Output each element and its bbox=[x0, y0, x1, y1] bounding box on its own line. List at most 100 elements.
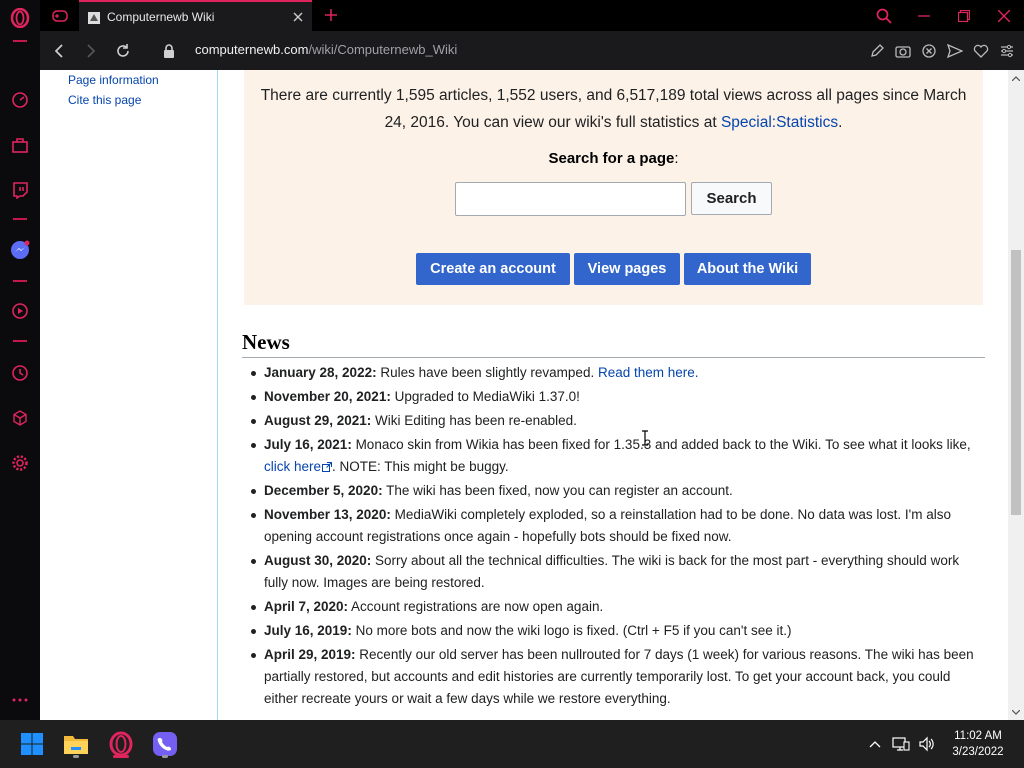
create-account-button[interactable]: Create an account bbox=[416, 253, 570, 285]
snapshot-camera-icon[interactable] bbox=[892, 40, 914, 62]
send-icon[interactable] bbox=[944, 40, 966, 62]
history-icon[interactable] bbox=[10, 363, 30, 383]
news-date: April 7, 2020: bbox=[264, 599, 349, 614]
news-item: April 29, 2019: Recently our old server … bbox=[242, 644, 985, 710]
news-link[interactable]: Read them here. bbox=[598, 365, 699, 380]
rules-line: rules here. bbox=[244, 70, 983, 71]
sidebar-separator bbox=[13, 40, 27, 42]
news-date: August 30, 2020: bbox=[264, 553, 372, 568]
scroll-thumb[interactable] bbox=[1011, 250, 1021, 515]
volume-icon[interactable] bbox=[914, 731, 940, 757]
system-tray: 11:02 AM 3/23/2022 bbox=[862, 720, 1024, 768]
search-label-text: Search for a page bbox=[548, 150, 675, 167]
wiki-statistics-text: There are currently 1,595 articles, 1,55… bbox=[258, 82, 969, 136]
taskbar-indicator bbox=[162, 755, 168, 758]
tab-strip: Computernewb Wiki bbox=[40, 0, 1024, 31]
back-icon[interactable] bbox=[48, 40, 70, 62]
external-link-icon bbox=[322, 462, 333, 472]
clock-time: 11:02 AM bbox=[954, 730, 1002, 742]
close-tab-icon[interactable] bbox=[288, 7, 308, 27]
sidebar-separator bbox=[13, 280, 27, 282]
search-label: Search for a page: bbox=[244, 150, 983, 167]
news-text-after: . NOTE: This might be buggy. bbox=[332, 459, 509, 474]
news-text: Account registrations are now open again… bbox=[348, 599, 604, 614]
windows-start-icon[interactable] bbox=[16, 728, 48, 760]
gaming-tab-icon[interactable] bbox=[48, 4, 72, 28]
stats-end: . bbox=[838, 114, 843, 131]
scroll-down-icon[interactable] bbox=[1008, 704, 1024, 720]
news-date: July 16, 2021: bbox=[264, 437, 352, 452]
briefcase-icon[interactable] bbox=[10, 135, 30, 155]
sidebar-separator bbox=[13, 218, 27, 220]
cite-this-page-link[interactable]: Cite this page bbox=[68, 93, 141, 107]
new-tab-icon[interactable] bbox=[320, 4, 342, 26]
opera-logo-icon[interactable] bbox=[10, 8, 30, 28]
about-wiki-button[interactable]: About the Wiki bbox=[684, 253, 811, 285]
messenger-icon[interactable] bbox=[10, 240, 30, 260]
opera-taskbar-icon[interactable] bbox=[105, 728, 137, 760]
twitch-icon[interactable] bbox=[10, 180, 30, 200]
news-text: No more bots and now the wiki logo is fi… bbox=[351, 623, 792, 638]
news-item: December 5, 2020: The wiki has been fixe… bbox=[242, 480, 985, 502]
site-favicon-icon bbox=[87, 10, 101, 24]
main-content: rules here. There are currently 1,595 ar… bbox=[218, 70, 1008, 720]
url-text[interactable]: computernewb.com/wiki/Computernewb_Wiki bbox=[195, 42, 457, 57]
wiki-sidebar: Page information Cite this page bbox=[40, 70, 218, 720]
address-actions bbox=[866, 40, 1018, 62]
adblock-icon[interactable] bbox=[918, 40, 940, 62]
minimize-icon[interactable] bbox=[904, 0, 944, 31]
page-information-link[interactable]: Page information bbox=[68, 73, 159, 87]
url-host: computernewb.com bbox=[195, 42, 309, 57]
taskbar: 11:02 AM 3/23/2022 bbox=[0, 720, 1024, 768]
show-desktop-strip[interactable] bbox=[1016, 720, 1024, 768]
news-date: July 16, 2019: bbox=[264, 623, 352, 638]
news-item: November 13, 2020: MediaWiki completely … bbox=[242, 504, 985, 548]
search-button[interactable]: Search bbox=[691, 182, 772, 215]
close-window-icon[interactable] bbox=[984, 0, 1024, 31]
viber-icon[interactable] bbox=[149, 728, 181, 760]
news-text: Wiki Editing has been re-enabled. bbox=[371, 413, 577, 428]
search-label-colon: : bbox=[674, 150, 679, 167]
scroll-up-icon[interactable] bbox=[1008, 70, 1024, 86]
edit-icon[interactable] bbox=[866, 40, 888, 62]
sidebar-separator bbox=[13, 340, 27, 342]
taskbar-indicator bbox=[73, 755, 79, 758]
news-text: Rules have been slightly revamped. bbox=[376, 365, 598, 380]
view-pages-button[interactable]: View pages bbox=[574, 253, 680, 285]
page-viewport: Page information Cite this page rules he… bbox=[40, 70, 1024, 720]
reload-icon[interactable] bbox=[112, 40, 134, 62]
settings-gear-icon[interactable] bbox=[10, 453, 30, 473]
taskbar-active-indicator bbox=[113, 755, 129, 758]
easy-setup-icon[interactable] bbox=[996, 40, 1018, 62]
file-explorer-icon[interactable] bbox=[60, 728, 92, 760]
scrollbar[interactable] bbox=[1008, 70, 1024, 720]
heart-icon[interactable] bbox=[970, 40, 992, 62]
news-link[interactable]: click here bbox=[264, 459, 321, 474]
address-bar: computernewb.com/wiki/Computernewb_Wiki bbox=[40, 31, 1024, 70]
restore-icon[interactable] bbox=[944, 0, 984, 31]
show-hidden-icons-chevron-icon[interactable] bbox=[862, 731, 888, 757]
extensions-cube-icon[interactable] bbox=[10, 408, 30, 428]
opera-sidebar bbox=[0, 0, 40, 720]
rules-here-link[interactable]: here bbox=[615, 70, 645, 71]
speed-dial-icon[interactable] bbox=[10, 90, 30, 110]
player-icon[interactable] bbox=[10, 301, 30, 321]
network-icon[interactable] bbox=[888, 731, 914, 757]
search-input[interactable] bbox=[455, 182, 686, 216]
news-date: August 29, 2021: bbox=[264, 413, 372, 428]
welcome-box: rules here. There are currently 1,595 ar… bbox=[244, 70, 983, 305]
lock-icon[interactable] bbox=[158, 40, 180, 62]
tab-title: Computernewb Wiki bbox=[107, 9, 215, 24]
special-statistics-link[interactable]: Special:Statistics bbox=[721, 114, 838, 131]
tab-computernewb-wiki[interactable]: Computernewb Wiki bbox=[79, 0, 312, 31]
forward-icon[interactable] bbox=[80, 40, 102, 62]
taskbar-clock[interactable]: 11:02 AM 3/23/2022 bbox=[940, 728, 1016, 760]
text-cursor-icon bbox=[642, 430, 648, 446]
stats-text: There are currently 1,595 articles, 1,55… bbox=[260, 87, 967, 131]
news-date: November 13, 2020: bbox=[264, 507, 391, 522]
news-item: August 30, 2020: Sorry about all the tec… bbox=[242, 550, 985, 594]
more-dots-icon[interactable] bbox=[10, 690, 30, 710]
search-tabs-icon[interactable] bbox=[864, 0, 904, 31]
news-date: December 5, 2020: bbox=[264, 483, 383, 498]
rules-prefix: rules bbox=[578, 70, 611, 71]
